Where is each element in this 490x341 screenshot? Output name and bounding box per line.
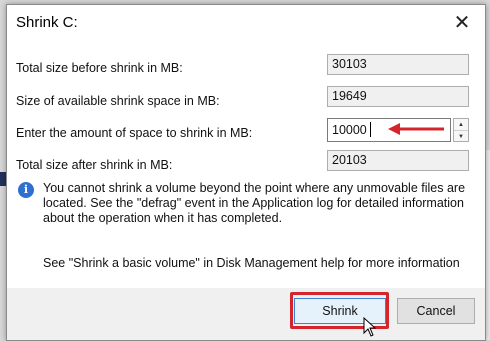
spinner: ▲ ▼ xyxy=(453,118,469,142)
available-shrink-space-label: Size of available shrink space in MB: xyxy=(16,94,220,108)
title-bar: Shrink C: ✕ xyxy=(7,5,485,39)
close-button[interactable]: ✕ xyxy=(439,5,485,39)
total-size-after-label: Total size after shrink in MB: xyxy=(16,158,173,172)
spin-down-button[interactable]: ▼ xyxy=(454,131,468,142)
close-icon: ✕ xyxy=(453,11,471,34)
info-message: You cannot shrink a volume beyond the po… xyxy=(43,181,466,225)
available-shrink-space-value: 19649 xyxy=(327,86,469,107)
mouse-pointer-icon xyxy=(363,317,377,337)
total-size-before-value: 30103 xyxy=(327,54,469,75)
dialog-title: Shrink C: xyxy=(16,14,78,31)
spin-up-button[interactable]: ▲ xyxy=(454,119,468,131)
info-icon: i xyxy=(18,182,34,198)
chevron-down-icon: ▼ xyxy=(458,133,464,140)
chevron-up-icon: ▲ xyxy=(458,121,464,128)
cancel-button[interactable]: Cancel xyxy=(397,298,475,324)
total-size-before-label: Total size before shrink in MB: xyxy=(16,61,183,75)
total-size-after-value: 20103 xyxy=(327,150,469,171)
shrink-amount-label: Enter the amount of space to shrink in M… xyxy=(16,126,253,140)
help-text: See "Shrink a basic volume" in Disk Mana… xyxy=(43,256,460,270)
red-arrow-annotation xyxy=(388,123,444,135)
text-caret xyxy=(370,122,371,137)
dialog-body: Total size before shrink in MB: 30103 Si… xyxy=(7,39,485,288)
shrink-dialog: Shrink C: ✕ Total size before shrink in … xyxy=(6,4,486,341)
